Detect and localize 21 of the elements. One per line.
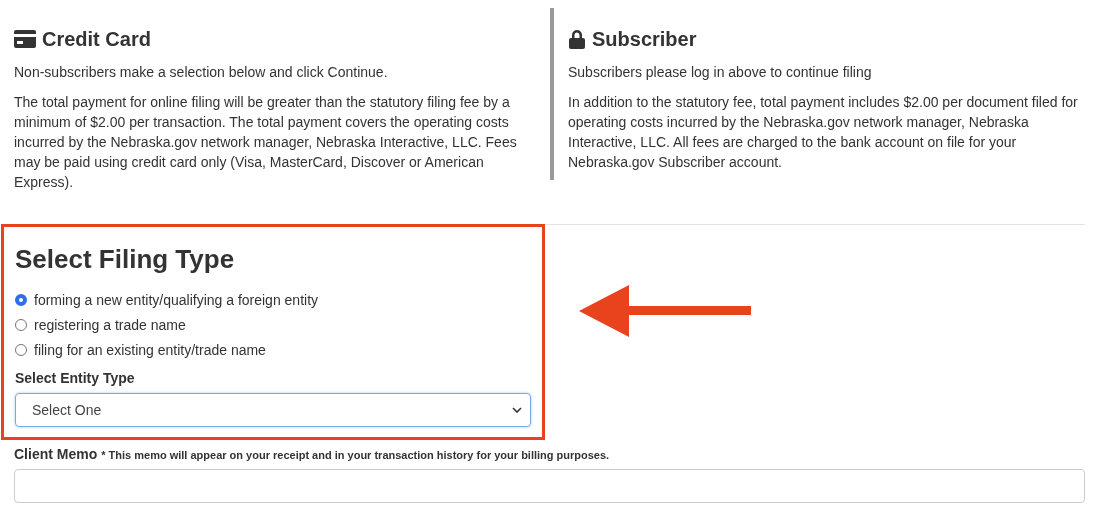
client-memo-field[interactable] [14, 469, 1085, 503]
radio-button[interactable] [15, 318, 27, 331]
radio-option[interactable]: filing for an existing entity/trade name [15, 337, 531, 362]
memo-note: * This memo will appear on your receipt and in your transaction history for your billing purposes. [101, 449, 610, 461]
radio-button[interactable] [15, 293, 27, 306]
radio-option[interactable]: forming a new entity/qualifying a foreign entity [15, 287, 531, 312]
field-label: Client Memo [14, 446, 98, 462]
intro-text: Non-subscribers make a selection below and click Continue. [14, 63, 389, 82]
intro-text: Subscribers please log in above to continue filing [568, 63, 873, 82]
radio-option[interactable]: registering a trade name [15, 312, 531, 337]
filing-type-heading: Select Filing Type [15, 243, 236, 275]
lock-icon [568, 29, 586, 49]
chevron-down-icon [512, 407, 522, 413]
section-title: Credit Card [42, 27, 151, 52]
fee-description: The total payment for online filing will be greater than the statutory filing fee by a minimum of $2.00 per transaction. The total payment covers the operating costs incurred by the Nebraska.gov network manager, Nebraska Interactive, LLC. Fees may be paid using credit card only (Visa, MasterCard, Discover or American Express). [14, 93, 518, 192]
credit-card-icon [14, 30, 36, 48]
section-title: Subscriber [592, 27, 697, 52]
entity-type-select[interactable]: Select One [15, 393, 531, 427]
field-label: Select Entity Type [15, 370, 136, 386]
radio-button[interactable] [15, 343, 27, 356]
fee-description: In addition to the statutory fee, total payment includes $2.00 per document filed for operating costs incurred by the Nebraska.gov network manager, Nebraska Interactive, LLC. All fees are charged to the bank account on file for your Nebraska.gov Subscriber account. [568, 93, 1079, 172]
